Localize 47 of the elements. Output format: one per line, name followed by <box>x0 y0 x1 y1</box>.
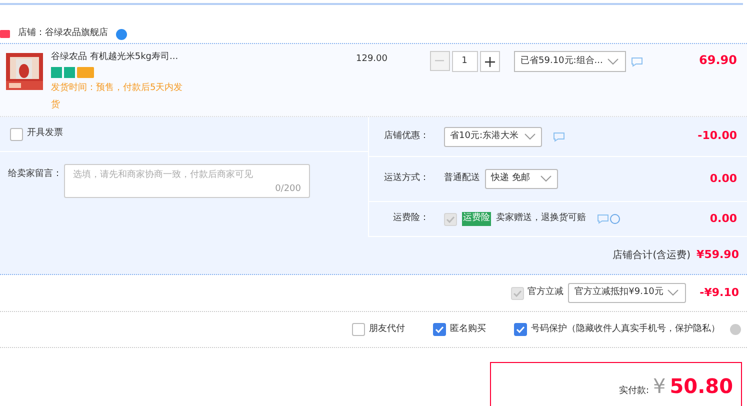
shipping-note: 发货时间：预售，付款后5天内发货 <box>51 82 184 112</box>
chat-icon[interactable] <box>630 56 642 66</box>
row-label: 运费险： <box>392 212 429 226</box>
currency-sign: ¥ <box>653 373 666 400</box>
checkbox[interactable] <box>433 323 446 336</box>
option-label: 匿名购买 <box>450 322 486 336</box>
shop-total: ¥59.90 <box>696 247 739 264</box>
chat-icon[interactable] <box>597 214 609 224</box>
checkbox[interactable] <box>10 128 23 140</box>
promotion-select[interactable]: 已省59.10元:组合... <box>514 51 626 72</box>
chevron-down-icon <box>540 175 552 183</box>
option-label: 号码保护（隐藏收件人真实手机号，保护隐私） <box>531 322 720 336</box>
option-label: 朋友代付 <box>369 322 405 336</box>
minus-icon <box>435 60 444 62</box>
row-label: 运送方式： <box>383 172 429 186</box>
invoice-label: 开具发票 <box>27 127 63 140</box>
shipping-select[interactable]: 快递 免邮 <box>485 169 558 189</box>
amount: 0.00 <box>710 210 737 227</box>
character-counter: 0/200 <box>275 182 301 196</box>
shop-total-label: 店铺合计(含运费) <box>612 248 691 263</box>
official-discount-amount: -¥9.10 <box>700 284 739 301</box>
amount: 0.00 <box>710 170 737 187</box>
message-input[interactable]: 选填，请先和商家协商一致，付款后商家可见 <box>73 169 301 182</box>
checkbox[interactable] <box>352 323 365 336</box>
checkbox[interactable] <box>514 323 527 336</box>
amount: -10.00 <box>698 128 737 144</box>
insurance-note: 卖家赠送，退换货可赔 <box>496 212 586 226</box>
shop-name[interactable]: 店铺：谷绿农品旗舰店 <box>18 27 108 41</box>
item-subtotal: 69.90 <box>699 52 737 69</box>
unit-price: 129.00 <box>356 53 388 66</box>
chevron-down-icon <box>606 58 618 66</box>
chat-icon[interactable] <box>553 132 565 142</box>
chevron-down-icon <box>666 289 679 297</box>
official-discount-select[interactable]: 官方立减抵扣¥9.10元 <box>568 283 686 303</box>
quantity-field[interactable]: 1 <box>452 51 478 72</box>
insurance-tag: 运费险 <box>462 212 491 226</box>
product-title[interactable]: 谷绿农品 有机越光米5kg寿司... <box>51 51 186 64</box>
discount-select[interactable]: 省10元:东港大米 <box>444 126 542 146</box>
payment-amount: 50.80 <box>670 373 733 400</box>
plus-button[interactable] <box>480 51 500 72</box>
plus-icon <box>484 56 494 66</box>
chevron-down-icon <box>524 132 536 140</box>
message-label: 给卖家留言： <box>8 168 63 181</box>
shipping-type: 普通配送 <box>444 172 480 186</box>
payment-label: 实付款: <box>618 385 649 398</box>
official-discount-label: 官方立减 <box>528 286 564 300</box>
row-label: 店铺优惠： <box>383 130 429 143</box>
